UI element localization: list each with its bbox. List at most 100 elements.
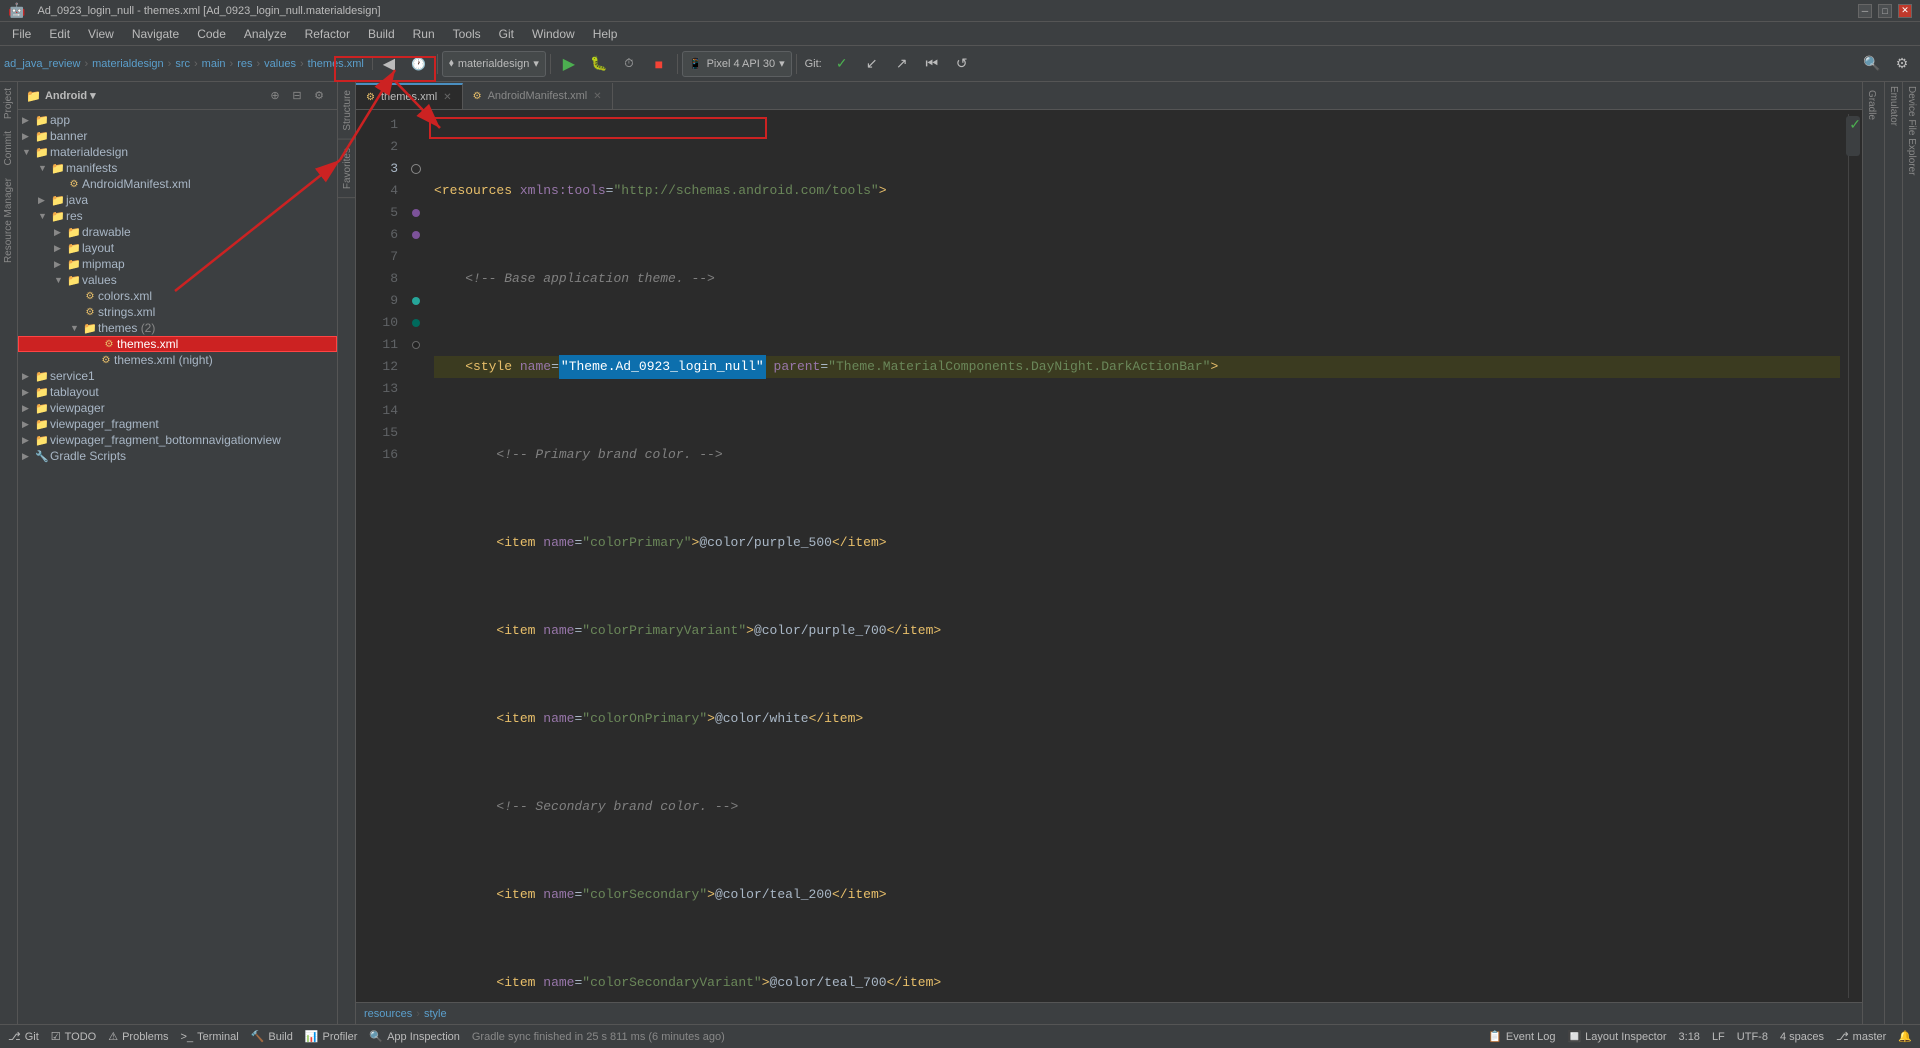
status-git[interactable]: ⎇ Git <box>8 1030 39 1043</box>
tree-item-colors[interactable]: ▶ ⚙ colors.xml <box>18 288 337 304</box>
project-dropdown[interactable]: ⬧ materialdesign ▾ <box>442 51 546 77</box>
tree-item-viewpager[interactable]: ▶ 📁 viewpager <box>18 400 337 416</box>
search-button[interactable]: 🔍 <box>1858 50 1886 78</box>
panel-collapse-btn[interactable]: ⊟ <box>287 86 307 106</box>
color-dot-purple-700[interactable] <box>412 231 420 239</box>
status-event-log[interactable]: 📋 Event Log <box>1488 1030 1555 1043</box>
tree-item-gradle[interactable]: ▶ 🔧 Gradle Scripts <box>18 448 337 464</box>
tree-item-androidmanifest[interactable]: ▶ ⚙ AndroidManifest.xml <box>18 176 337 192</box>
status-todo[interactable]: ☑ TODO <box>51 1030 96 1043</box>
git-push-button[interactable]: ↗ <box>888 50 916 78</box>
tree-item-drawable[interactable]: ▶ 📁 drawable <box>18 224 337 240</box>
panel-settings-btn[interactable]: ⚙ <box>309 86 329 106</box>
tab-androidmanifest-close[interactable]: ✕ <box>593 91 601 102</box>
run-button[interactable]: ▶ <box>555 50 583 78</box>
git-check-button[interactable]: ✓ <box>828 50 856 78</box>
tab-androidmanifest[interactable]: ⚙ AndroidManifest.xml ✕ <box>463 83 613 109</box>
status-layout-inspector[interactable]: 🔲 Layout Inspector <box>1567 1030 1666 1043</box>
recent-files-button[interactable]: 🕐 <box>405 50 433 78</box>
status-notifications[interactable]: 🔔 <box>1898 1030 1912 1043</box>
tree-item-service1[interactable]: ▶ 📁 service1 <box>18 368 337 384</box>
git-history-button[interactable]: ⏮ <box>918 50 946 78</box>
tab-themes-xml-close[interactable]: ✕ <box>443 92 451 103</box>
git-revert-button[interactable]: ↺ <box>948 50 976 78</box>
tree-item-mipmap[interactable]: ▶ 📁 mipmap <box>18 256 337 272</box>
tree-item-layout[interactable]: ▶ 📁 layout <box>18 240 337 256</box>
vertical-scrollbar[interactable]: ✓ <box>1848 114 1862 998</box>
status-line-col[interactable]: 3:18 <box>1679 1031 1700 1043</box>
breadcrumb-resources[interactable]: resources <box>364 1008 412 1020</box>
tree-item-res[interactable]: ▼ 📁 res <box>18 208 337 224</box>
panel-sync-btn[interactable]: ⊕ <box>265 86 285 106</box>
menu-refactor[interactable]: Refactor <box>297 25 358 43</box>
menu-git[interactable]: Git <box>491 25 522 43</box>
tree-item-manifests[interactable]: ▼ 📁 manifests <box>18 160 337 176</box>
tree-item-java[interactable]: ▶ 📁 java <box>18 192 337 208</box>
tree-item-values[interactable]: ▼ 📁 values <box>18 272 337 288</box>
nav-breadcrumb-ad[interactable]: ad_java_review <box>4 58 80 70</box>
color-dot-teal-700[interactable] <box>412 319 420 327</box>
project-tab[interactable]: Project <box>1 82 16 125</box>
status-encoding[interactable]: UTF-8 <box>1737 1031 1768 1043</box>
menu-help[interactable]: Help <box>585 25 626 43</box>
menu-tools[interactable]: Tools <box>445 25 489 43</box>
menu-build[interactable]: Build <box>360 25 403 43</box>
nav-breadcrumb-themes[interactable]: themes.xml <box>308 58 364 70</box>
color-dot-purple-500[interactable] <box>412 209 420 217</box>
status-profiler[interactable]: 📊 Profiler <box>305 1030 358 1043</box>
tree-item-app[interactable]: ▶ 📁 app <box>18 112 337 128</box>
debug-button[interactable]: 🐛 <box>585 50 613 78</box>
menu-code[interactable]: Code <box>189 25 234 43</box>
tree-item-materialdesign[interactable]: ▼ 📁 materialdesign <box>18 144 337 160</box>
profile-button[interactable]: ⏱ <box>615 50 643 78</box>
nav-breadcrumb-res[interactable]: res <box>237 58 252 70</box>
tree-item-themes-xml-night[interactable]: ▶ ⚙ themes.xml (night) <box>18 352 337 368</box>
settings-button[interactable]: ⚙ <box>1888 50 1916 78</box>
menu-run[interactable]: Run <box>405 25 443 43</box>
resource-manager-tab[interactable]: Resource Manager <box>1 172 16 269</box>
git-update-button[interactable]: ↙ <box>858 50 886 78</box>
nav-breadcrumb-material[interactable]: materialdesign <box>92 58 164 70</box>
menu-edit[interactable]: Edit <box>41 25 78 43</box>
status-problems[interactable]: ⚠ Problems <box>108 1030 168 1043</box>
commit-tab[interactable]: Commit <box>1 125 16 171</box>
code-editor[interactable]: 1 2 3 4 5 6 7 8 9 10 11 12 13 14 15 16 <box>356 110 1862 1002</box>
emulator-tab[interactable]: Emulator <box>1886 82 1901 130</box>
menu-analyze[interactable]: Analyze <box>236 25 295 43</box>
color-dot-teal-200[interactable] <box>412 297 420 305</box>
nav-breadcrumb-main[interactable]: main <box>202 58 226 70</box>
gradle-tab[interactable]: Gradle <box>1863 82 1884 128</box>
tree-item-strings[interactable]: ▶ ⚙ strings.xml <box>18 304 337 320</box>
close-button[interactable]: ✕ <box>1898 4 1912 18</box>
nav-breadcrumb-src[interactable]: src <box>175 58 190 70</box>
favorites-tab[interactable]: Favorites <box>338 140 355 198</box>
breadcrumb-style[interactable]: style <box>424 1008 447 1020</box>
code-content[interactable]: <resources xmlns:tools="http://schemas.a… <box>426 114 1848 998</box>
device-file-explorer-tab[interactable]: Device File Explorer <box>1904 82 1919 179</box>
tree-item-viewpager-bottom[interactable]: ▶ 📁 viewpager_fragment_bottomnavigationv… <box>18 432 337 448</box>
menu-window[interactable]: Window <box>524 25 583 43</box>
tree-item-banner[interactable]: ▶ 📁 banner <box>18 128 337 144</box>
minimize-button[interactable]: ─ <box>1858 4 1872 18</box>
status-lf[interactable]: LF <box>1712 1031 1725 1043</box>
tree-item-themes-folder[interactable]: ▼ 📁 themes (2) <box>18 320 337 336</box>
color-dot-black[interactable] <box>412 341 420 349</box>
nav-breadcrumb-values[interactable]: values <box>264 58 296 70</box>
status-terminal[interactable]: >_ Terminal <box>181 1031 239 1043</box>
status-indent[interactable]: 4 spaces <box>1780 1031 1824 1043</box>
menu-navigate[interactable]: Navigate <box>124 25 187 43</box>
status-app-inspection[interactable]: 🔍 App Inspection <box>369 1030 459 1043</box>
stop-button[interactable]: ■ <box>645 50 673 78</box>
status-build[interactable]: 🔨 Build <box>251 1030 293 1043</box>
maximize-button[interactable]: □ <box>1878 4 1892 18</box>
tab-themes-xml[interactable]: ⚙ themes.xml ✕ <box>356 83 463 109</box>
status-git-branch[interactable]: ⎇ master <box>1836 1030 1886 1043</box>
device-dropdown[interactable]: 📱 Pixel 4 API 30 ▾ <box>682 51 792 77</box>
menu-file[interactable]: File <box>4 25 39 43</box>
tree-item-tablayout[interactable]: ▶ 📁 tablayout <box>18 384 337 400</box>
structure-tab[interactable]: Structure <box>338 82 355 140</box>
menu-view[interactable]: View <box>80 25 122 43</box>
tree-item-themes-xml[interactable]: ▶ ⚙ themes.xml <box>18 336 337 352</box>
back-button[interactable]: ◀ <box>375 50 403 78</box>
tree-item-viewpager-fragment[interactable]: ▶ 📁 viewpager_fragment <box>18 416 337 432</box>
